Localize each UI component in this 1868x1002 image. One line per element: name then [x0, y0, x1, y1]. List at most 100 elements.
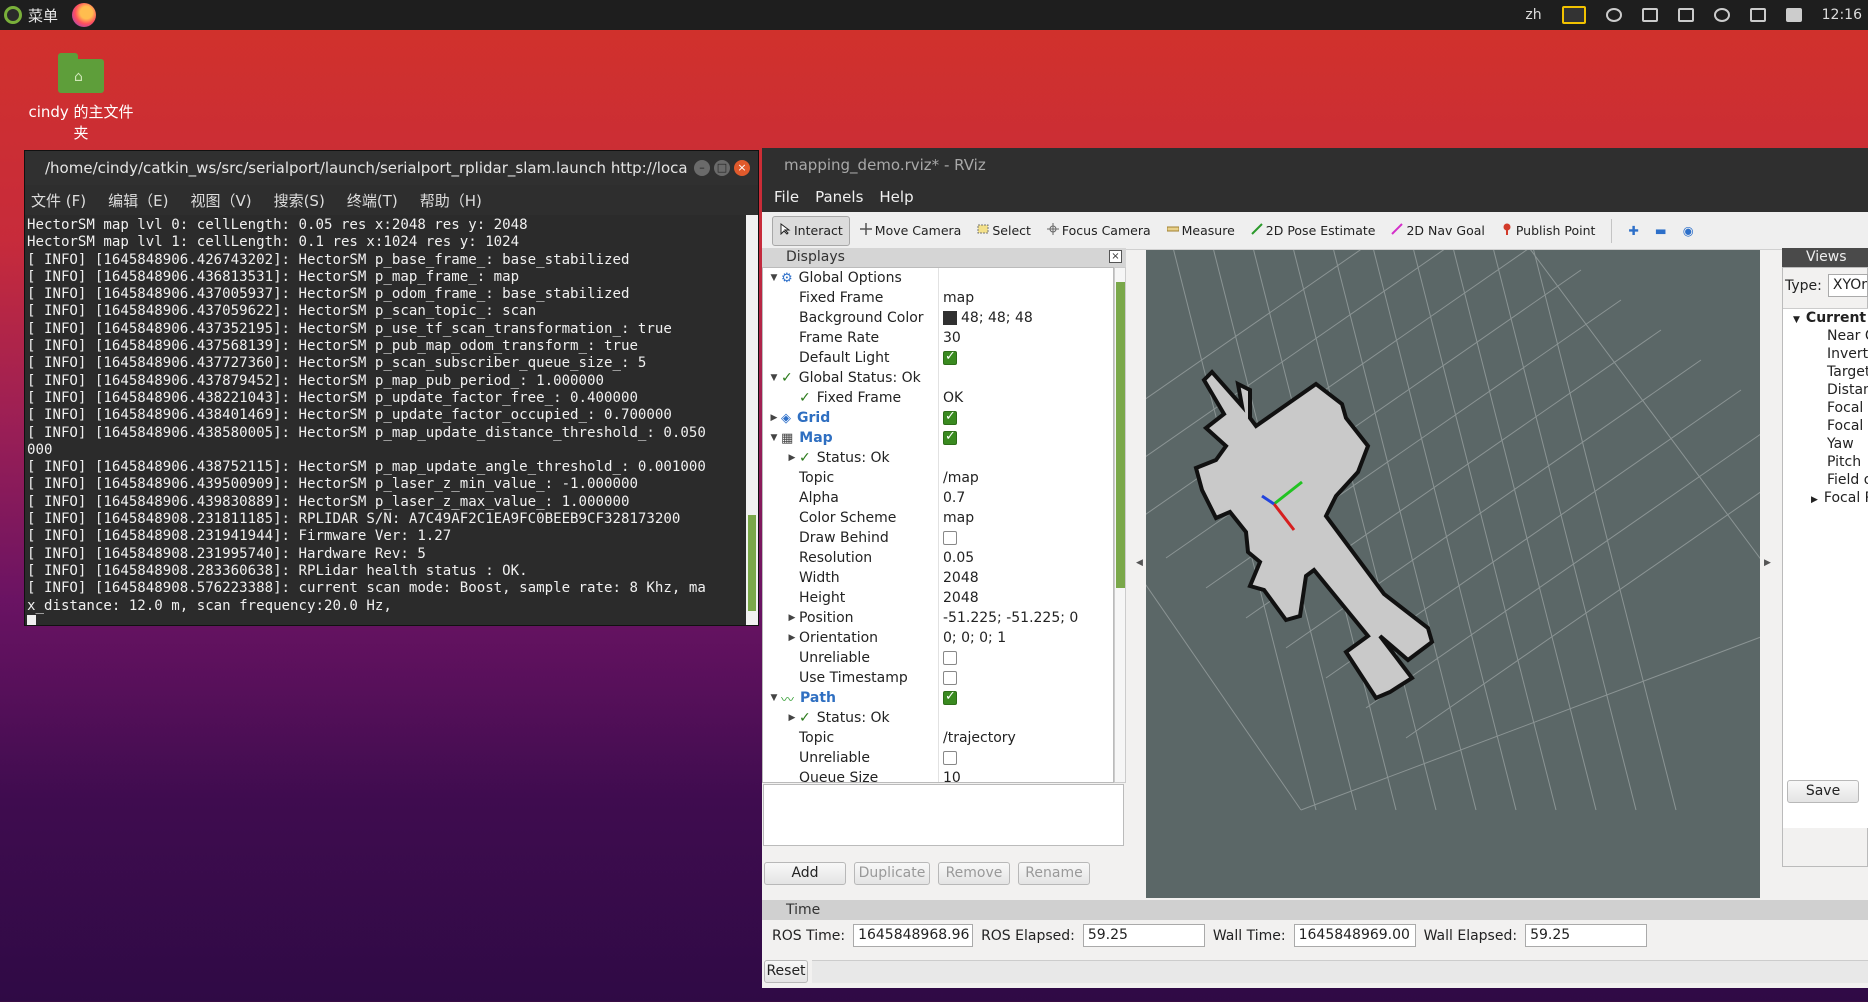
menu-file[interactable]: 文件 (F) [31, 190, 86, 211]
wall-time-field[interactable]: 1645848969.00 [1293, 924, 1416, 947]
chevron-right-icon[interactable]: ▶ [785, 613, 799, 623]
chevron-right-icon[interactable]: ▶ [785, 633, 799, 643]
duplicate-button[interactable]: Duplicate [854, 862, 930, 885]
mail-icon[interactable] [1749, 8, 1766, 22]
view-type-select[interactable]: XYOr [1827, 274, 1868, 297]
eye-icon[interactable]: ◉ [1677, 216, 1700, 246]
display-row[interactable]: ▶ ◈ Grid [763, 408, 1113, 428]
display-value[interactable]: 2048 [943, 570, 979, 586]
display-row[interactable]: ▶ Position -51.225; -51.225; 0 [763, 608, 1113, 628]
chevron-right-icon[interactable]: ▶ [785, 453, 799, 463]
view-property-row[interactable]: Invert [1783, 345, 1868, 363]
save-view-button[interactable]: Save [1787, 780, 1859, 803]
displays-scrollbar[interactable] [1114, 267, 1126, 783]
display-value[interactable]: 2048 [943, 590, 979, 606]
display-row[interactable]: Queue Size 10 [763, 768, 1113, 782]
display-row[interactable]: ▶ Orientation 0; 0; 0; 1 [763, 628, 1113, 648]
tool-move-camera[interactable]: Move Camera [854, 216, 968, 246]
display-value[interactable]: OK [943, 390, 963, 406]
view-property-row[interactable]: Focal S [1783, 417, 1868, 435]
view-property-row[interactable]: Distan [1783, 381, 1868, 399]
display-checkbox[interactable] [943, 531, 957, 545]
firefox-icon[interactable] [72, 3, 97, 27]
view-property-row[interactable]: ▶ Focal P [1783, 489, 1868, 507]
tool-interact[interactable]: Interact [772, 215, 850, 246]
chevron-down-icon[interactable]: ▼ [767, 693, 781, 703]
display-row[interactable]: Topic/trajectory [763, 728, 1113, 748]
display-value[interactable]: /map [943, 470, 979, 486]
rviz-titlebar[interactable]: mapping_demo.rviz* - RViz [762, 148, 1868, 182]
add-button[interactable]: Add [764, 862, 846, 885]
screen-icon[interactable] [1561, 6, 1586, 24]
chevron-down-icon[interactable]: ▼ [767, 433, 781, 443]
app-menu-button[interactable]: 菜单 [4, 5, 58, 26]
chevron-down-icon[interactable]: ▼ [767, 373, 781, 383]
view-property-row[interactable]: Field o [1783, 471, 1868, 489]
minus-icon[interactable]: ▬ [1649, 216, 1673, 246]
display-row[interactable]: Fixed Frame map [763, 288, 1113, 308]
terminal-titlebar[interactable]: /home/cindy/catkin_ws/src/serialport/lau… [25, 151, 758, 185]
display-row[interactable]: Frame Rate 30 [763, 328, 1113, 348]
display-row[interactable]: ▼ ▦ Map [763, 428, 1113, 448]
collapse-left-icon[interactable]: ◀ [1136, 558, 1143, 568]
chevron-down-icon[interactable]: ▼ [767, 273, 781, 283]
display-value[interactable]: 0; 0; 0; 1 [943, 630, 1006, 646]
menu-edit[interactable]: 编辑（E) [108, 190, 168, 211]
menu-terminal[interactable]: 终端(T) [347, 190, 398, 211]
calendar-icon[interactable] [1677, 8, 1694, 22]
display-row[interactable]: Topic/map [763, 468, 1113, 488]
view-property-row[interactable]: Focal S [1783, 399, 1868, 417]
maximize-button[interactable]: □ [714, 160, 730, 176]
display-row[interactable]: ✓ Fixed Frame OK [763, 388, 1113, 408]
tool-2d-pose-estimate[interactable]: 2D Pose Estimate [1245, 216, 1382, 246]
keyboard-icon[interactable] [1641, 8, 1658, 22]
display-row[interactable]: ▶ ✓ Status: Ok [763, 448, 1113, 468]
input-method-indicator[interactable]: zh [1525, 7, 1541, 23]
display-checkbox[interactable] [943, 751, 957, 765]
tool-2d-nav-goal[interactable]: 2D Nav Goal [1385, 216, 1490, 246]
tool-publish-point[interactable]: Publish Point [1495, 216, 1602, 246]
display-row[interactable]: ▼ ✓ Global Status: Ok [763, 368, 1113, 388]
display-value[interactable]: /trajectory [943, 730, 1016, 746]
tool-measure[interactable]: Measure [1161, 216, 1241, 246]
chevron-right-icon[interactable]: ▶ [767, 413, 781, 423]
display-value[interactable]: 10 [943, 770, 961, 782]
color-swatch[interactable] [943, 311, 957, 325]
ros-time-field[interactable]: 1645848968.96 [853, 924, 974, 947]
menu-help[interactable]: 帮助（H) [420, 190, 482, 211]
remove-button[interactable]: Remove [938, 862, 1010, 885]
display-value[interactable]: -51.225; -51.225; 0 [943, 610, 1078, 626]
display-value[interactable]: 0.05 [943, 550, 974, 566]
display-row[interactable]: ▼ ⚙ Global Options [763, 268, 1113, 288]
tool-select[interactable]: Select [971, 216, 1037, 246]
plus-icon[interactable]: ✚ [1622, 216, 1644, 246]
display-row[interactable]: Color Scheme map [763, 508, 1113, 528]
display-checkbox[interactable] [943, 429, 957, 445]
display-value[interactable]: 48; 48; 48 [961, 310, 1033, 326]
menu-panels[interactable]: Panels [815, 188, 863, 206]
bell-icon[interactable] [1605, 8, 1622, 22]
display-row[interactable]: Width 2048 [763, 568, 1113, 588]
terminal-output[interactable]: HectorSM map lvl 0: cellLength: 0.05 res… [25, 215, 746, 625]
current-view-row[interactable]: ▼ Current V [1783, 309, 1868, 327]
close-icon[interactable]: × [1109, 250, 1122, 263]
chevron-right-icon[interactable]: ▶ [785, 713, 799, 723]
display-value[interactable]: 0.7 [943, 490, 965, 506]
display-row[interactable]: Height 2048 [763, 588, 1113, 608]
minimize-button[interactable]: – [694, 160, 710, 176]
display-row[interactable]: Resolution 0.05 [763, 548, 1113, 568]
menu-search[interactable]: 搜索(S) [274, 190, 325, 211]
display-row[interactable]: Background Color 48; 48; 48 [763, 308, 1113, 328]
display-value[interactable]: 30 [943, 330, 961, 346]
wifi-icon[interactable] [1713, 8, 1730, 22]
ros-elapsed-field[interactable]: 59.25 [1082, 924, 1205, 947]
menu-view[interactable]: 视图（V) [190, 190, 251, 211]
volume-icon[interactable] [1785, 8, 1802, 22]
display-row[interactable]: Default Light [763, 348, 1113, 368]
display-row[interactable]: Unreliable [763, 648, 1113, 668]
terminal-scrollbar[interactable] [746, 215, 758, 625]
tool-focus-camera[interactable]: Focus Camera [1041, 216, 1157, 246]
display-row[interactable]: ▼ 〰 Path [763, 688, 1113, 708]
display-checkbox[interactable] [943, 671, 957, 685]
clock[interactable]: 12:16 [1822, 7, 1862, 23]
